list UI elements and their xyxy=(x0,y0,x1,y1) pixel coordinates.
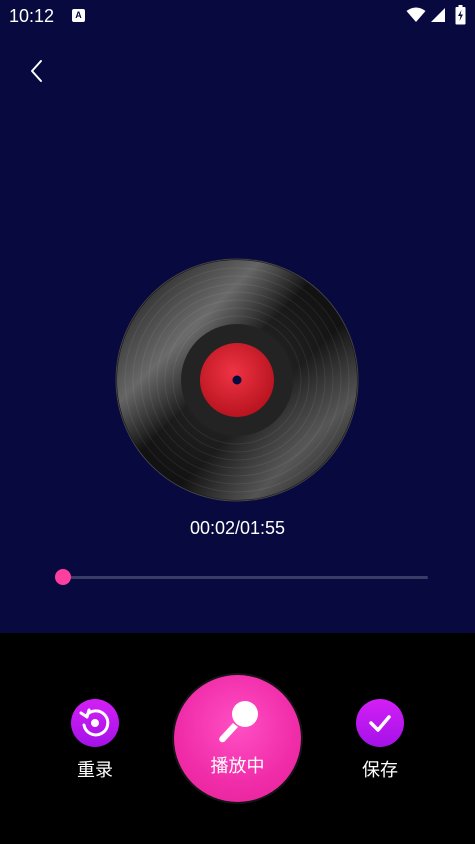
progress-track[interactable] xyxy=(56,576,428,579)
status-time: 10:12 xyxy=(9,6,55,26)
save-label[interactable]: 保存 xyxy=(340,756,420,782)
status-bar: 10:12 A xyxy=(0,0,475,34)
chevron-left-icon xyxy=(31,60,42,82)
play-button[interactable]: 播放中 xyxy=(174,675,301,802)
battery-icon xyxy=(455,5,466,25)
checkmark-icon xyxy=(369,715,391,732)
vinyl-record xyxy=(115,258,359,502)
microphone-icon xyxy=(219,701,258,743)
notification-a-icon: A xyxy=(72,9,85,22)
time-readout: 00:02/01:55 xyxy=(189,518,286,538)
rerecord-button[interactable] xyxy=(71,699,119,747)
signal-icon xyxy=(431,8,445,22)
rerecord-label[interactable]: 重录 xyxy=(55,756,135,782)
rerecord-icon xyxy=(79,708,110,737)
save-button[interactable] xyxy=(356,699,404,747)
notification-letter: A xyxy=(75,10,82,20)
back-button[interactable] xyxy=(22,56,52,86)
play-label: 播放中 xyxy=(210,756,265,777)
wifi-icon xyxy=(406,7,426,22)
